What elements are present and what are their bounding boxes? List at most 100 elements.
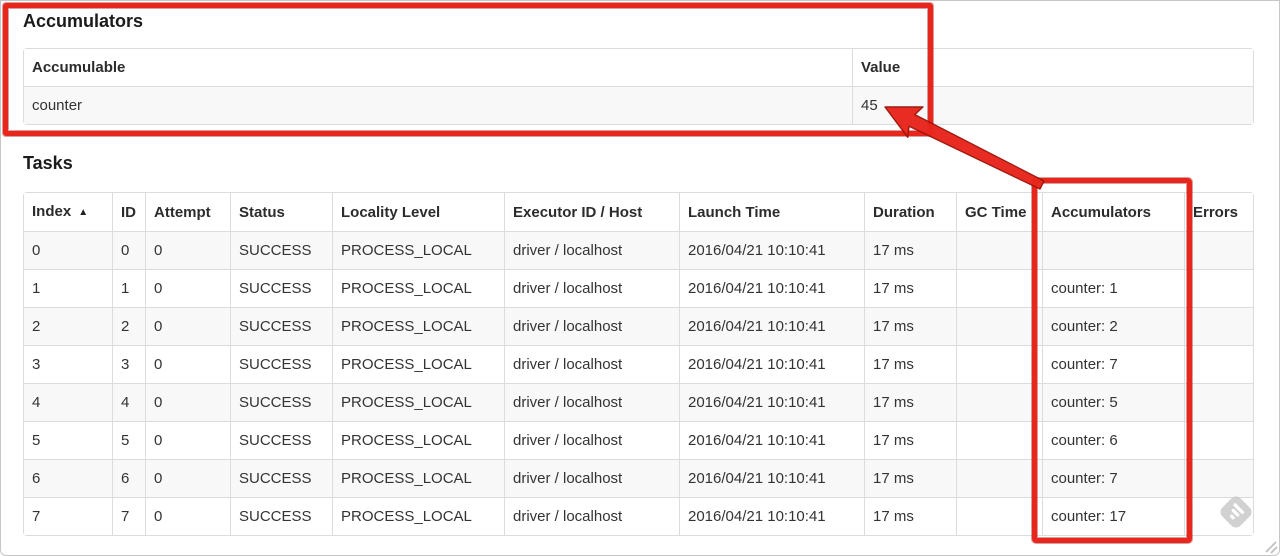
column-header-locality-level[interactable]: Locality Level — [332, 193, 504, 231]
column-header-launch-time[interactable]: Launch Time — [679, 193, 864, 231]
cell — [956, 421, 1042, 459]
cell — [956, 459, 1042, 497]
cell — [1184, 421, 1253, 459]
tasks-section-heading: Tasks — [23, 153, 73, 173]
cell: 17 ms — [864, 345, 956, 383]
cell: driver / localhost — [504, 383, 679, 421]
cell: driver / localhost — [504, 459, 679, 497]
cell: counter: 17 — [1042, 497, 1184, 535]
cell: driver / localhost — [504, 269, 679, 307]
column-header-gc-time[interactable]: GC Time — [956, 193, 1042, 231]
cell — [1184, 307, 1253, 345]
table-row: 7 7 0 SUCCESS PROCESS_LOCAL driver / localhos… — [24, 497, 1253, 535]
cell: driver / localhost — [504, 421, 679, 459]
cell: 2 — [112, 307, 145, 345]
cell: 2016/04/21 10:10:41 — [679, 307, 864, 345]
cell: 17 ms — [864, 231, 956, 269]
cell: PROCESS_LOCAL — [332, 421, 504, 459]
cell: PROCESS_LOCAL — [332, 307, 504, 345]
cell: SUCCESS — [230, 459, 332, 497]
cell: 1 — [112, 269, 145, 307]
column-header-id[interactable]: ID — [112, 193, 145, 231]
cell — [1184, 231, 1253, 269]
cell: 4 — [112, 383, 145, 421]
cell: 2016/04/21 10:10:41 — [679, 383, 864, 421]
cell: 17 ms — [864, 459, 956, 497]
cell: PROCESS_LOCAL — [332, 497, 504, 535]
accumulators-table: Accumulable Value counter 45 — [23, 48, 1254, 125]
cell: 1 — [24, 269, 112, 307]
table-row: 1 1 0 SUCCESS PROCESS_LOCAL driver / localhos… — [24, 269, 1253, 307]
cell: 17 ms — [864, 421, 956, 459]
cell — [956, 307, 1042, 345]
cell: SUCCESS — [230, 383, 332, 421]
column-header-attempt[interactable]: Attempt — [145, 193, 230, 231]
cell — [956, 269, 1042, 307]
cell: 0 — [145, 497, 230, 535]
cell: counter: 2 — [1042, 307, 1184, 345]
table-row: 3 3 0 SUCCESS PROCESS_LOCAL driver / localhos… — [24, 345, 1253, 383]
cell: driver / localhost — [504, 231, 679, 269]
cell: 3 — [24, 345, 112, 383]
cell: 2016/04/21 10:10:41 — [679, 231, 864, 269]
tasks-table: Index ▲ ID Attempt Status Locality Level Execu… — [23, 192, 1254, 536]
cell: driver / localhost — [504, 307, 679, 345]
table-row: 4 4 0 SUCCESS PROCESS_LOCAL driver / localhos… — [24, 383, 1253, 421]
cell: SUCCESS — [230, 497, 332, 535]
cell: 2016/04/21 10:10:41 — [679, 345, 864, 383]
column-header-accumulable: Accumulable — [24, 49, 852, 86]
table-row: counter 45 — [24, 86, 1253, 124]
cell: SUCCESS — [230, 345, 332, 383]
cell: 6 — [24, 459, 112, 497]
cell: PROCESS_LOCAL — [332, 345, 504, 383]
cell: 0 — [145, 269, 230, 307]
cell: PROCESS_LOCAL — [332, 459, 504, 497]
column-header-index[interactable]: Index ▲ — [24, 193, 112, 231]
column-header-executor-id-host[interactable]: Executor ID / Host — [504, 193, 679, 231]
column-header-errors[interactable]: Errors — [1184, 193, 1253, 231]
cell: SUCCESS — [230, 307, 332, 345]
cell: counter: 1 — [1042, 269, 1184, 307]
resize-grip-icon — [1265, 541, 1278, 554]
cell: 0 — [145, 383, 230, 421]
cell: PROCESS_LOCAL — [332, 269, 504, 307]
cell — [956, 345, 1042, 383]
cell: counter: 6 — [1042, 421, 1184, 459]
cell: 0 — [145, 307, 230, 345]
cell: 7 — [112, 497, 145, 535]
cell: 17 ms — [864, 383, 956, 421]
cell — [1184, 383, 1253, 421]
cell: 5 — [112, 421, 145, 459]
cell: 6 — [112, 459, 145, 497]
cell: counter: 7 — [1042, 345, 1184, 383]
table-row: 6 6 0 SUCCESS PROCESS_LOCAL driver / localhos… — [24, 459, 1253, 497]
spark-stage-page: Accumulators Accumulable Value counter 45 T… — [0, 0, 1280, 556]
column-header-status[interactable]: Status — [230, 193, 332, 231]
cell: SUCCESS — [230, 421, 332, 459]
cell — [1184, 459, 1253, 497]
cell: PROCESS_LOCAL — [332, 383, 504, 421]
cell: 0 — [145, 421, 230, 459]
cell — [956, 497, 1042, 535]
cell — [1184, 269, 1253, 307]
cell: counter: 7 — [1042, 459, 1184, 497]
cell: SUCCESS — [230, 269, 332, 307]
cell: counter: 5 — [1042, 383, 1184, 421]
table-row: 5 5 0 SUCCESS PROCESS_LOCAL driver / localhos… — [24, 421, 1253, 459]
column-header-duration[interactable]: Duration — [864, 193, 956, 231]
cell: 45 — [852, 86, 1253, 124]
cell: 0 — [145, 345, 230, 383]
cell: 2016/04/21 10:10:41 — [679, 459, 864, 497]
cell: 17 ms — [864, 269, 956, 307]
cell — [1042, 231, 1184, 269]
cell: 2016/04/21 10:10:41 — [679, 269, 864, 307]
cell — [956, 231, 1042, 269]
accumulators-section-heading: Accumulators — [23, 11, 144, 31]
cell: 5 — [24, 421, 112, 459]
cell: 3 — [112, 345, 145, 383]
table-row: 0 0 0 SUCCESS PROCESS_LOCAL driver / localhos… — [24, 231, 1253, 269]
column-header-accumulators[interactable]: Accumulators — [1042, 193, 1184, 231]
cell: 2016/04/21 10:10:41 — [679, 497, 864, 535]
cell — [956, 383, 1042, 421]
cell: counter — [24, 86, 852, 124]
